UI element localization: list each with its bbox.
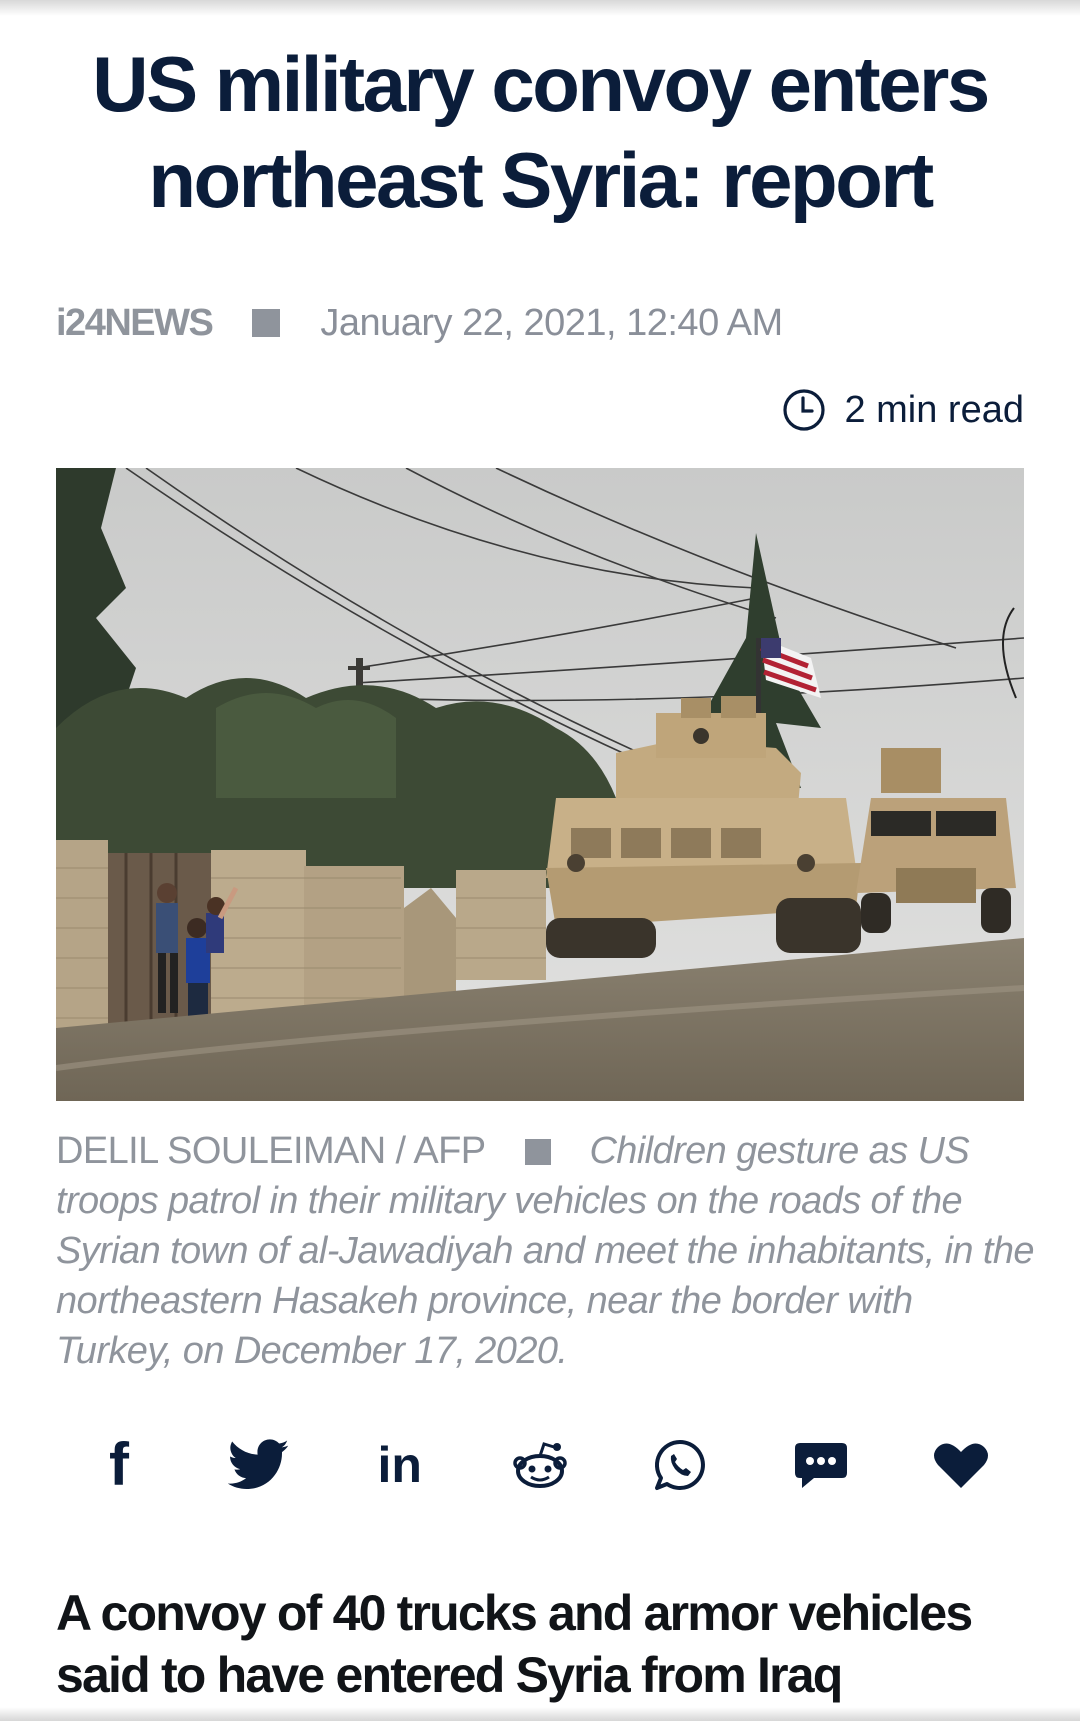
linkedin-icon: in — [377, 1437, 422, 1493]
article-headline: US military convoy enters northeast Syri… — [92, 40, 990, 224]
read-time-label: 2 min read — [844, 388, 1024, 431]
article-meta: i24NEWS January 22, 2021, 12:40 AM — [56, 300, 783, 346]
share-bar: f in — [56, 1432, 1024, 1498]
whatsapp-share-button[interactable] — [647, 1432, 713, 1498]
like-button[interactable] — [928, 1432, 994, 1498]
whatsapp-icon — [655, 1439, 706, 1490]
reddit-share-button[interactable] — [507, 1432, 573, 1498]
publish-date: January 22, 2021, 12:40 AM — [320, 301, 783, 344]
comment-button[interactable] — [788, 1432, 854, 1498]
article-subheadline: A convoy of 40 trucks and armor vehicles… — [56, 1585, 973, 1703]
photo-credit: DELIL SOULEIMAN / AFP — [56, 1130, 486, 1172]
twitter-icon — [228, 1439, 290, 1490]
article-photo — [56, 468, 1024, 1101]
linkedin-share-button[interactable]: in — [367, 1432, 433, 1498]
comment-icon — [794, 1443, 847, 1488]
top-shadow — [0, 0, 1080, 16]
clock-icon — [783, 389, 826, 431]
reddit-icon — [513, 1442, 567, 1488]
bottom-shadow — [0, 1707, 1080, 1721]
facebook-icon: f — [109, 1431, 129, 1498]
meta-separator — [252, 309, 281, 337]
heart-icon — [933, 1443, 988, 1488]
photo-caption: DELIL SOULEIMAN / AFP Children gesture as… — [56, 1126, 1036, 1376]
facebook-share-button[interactable]: f — [86, 1432, 152, 1498]
source-name[interactable]: i24NEWS — [56, 302, 214, 345]
caption-separator — [525, 1139, 552, 1165]
read-time: 2 min read — [782, 382, 1024, 438]
twitter-share-button[interactable] — [226, 1432, 292, 1498]
